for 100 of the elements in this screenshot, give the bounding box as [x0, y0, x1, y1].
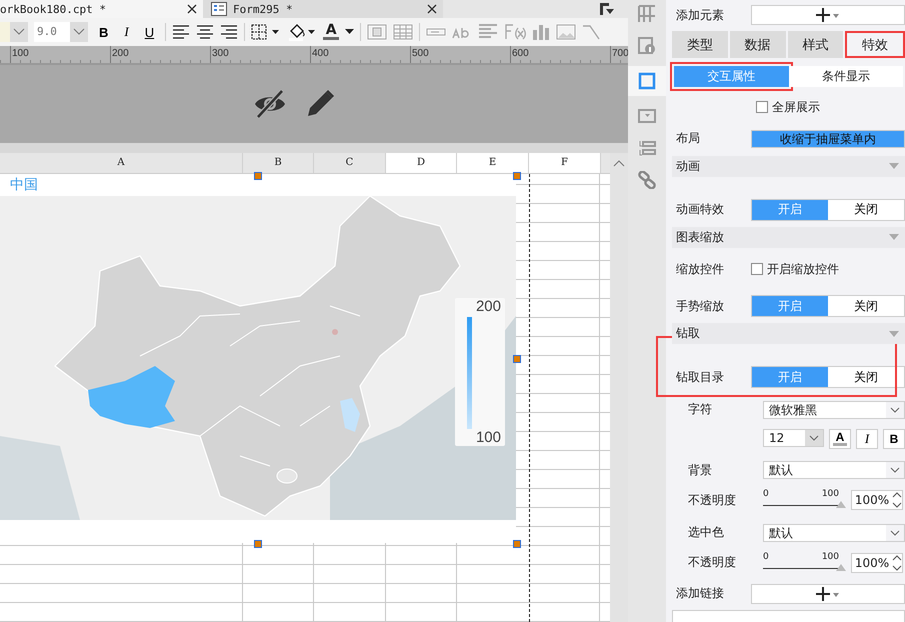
- frame-icon: [638, 72, 656, 90]
- section-header[interactable]: 钻取: [672, 323, 905, 344]
- zoom-control-checkbox[interactable]: 开启缩放控件: [751, 260, 905, 278]
- column-header[interactable]: E: [457, 153, 529, 173]
- opacity-spinner[interactable]: 100%: [851, 552, 903, 573]
- field-label: 背景: [688, 462, 713, 479]
- italic-button[interactable]: I: [856, 428, 878, 449]
- caret-icon: [889, 330, 899, 337]
- color-scale-bar[interactable]: [466, 317, 472, 429]
- bold-button[interactable]: B: [883, 428, 905, 449]
- border-icon[interactable]: [251, 24, 282, 40]
- field-label: 添加元素: [676, 6, 725, 24]
- align-icon[interactable]: [196, 25, 214, 39]
- frame-icon[interactable]: [367, 24, 388, 40]
- column-header[interactable]: D: [386, 153, 457, 173]
- map-chart[interactable]: 中国 200 100: [0, 174, 516, 543]
- plus-caret-icon: [816, 8, 840, 22]
- resize-handle[interactable]: [254, 540, 262, 548]
- scrollbar[interactable]: [610, 153, 628, 622]
- slider-min-label: 0: [763, 489, 769, 500]
- toggle-option[interactable]: 关闭: [828, 367, 904, 388]
- field-label: 钻取目录: [676, 368, 725, 386]
- field-label: 不透明度: [688, 492, 737, 509]
- field-label: 缩放控件: [676, 260, 725, 278]
- align-icon[interactable]: [220, 25, 238, 39]
- close-icon[interactable]: [187, 4, 197, 14]
- font-color-button[interactable]: A: [829, 428, 851, 449]
- field-label: 不透明度: [688, 554, 737, 572]
- italic-button[interactable]: I: [119, 24, 134, 40]
- align-icon[interactable]: [172, 25, 190, 39]
- spin-arrows-icon[interactable]: [892, 552, 902, 573]
- toggle-option[interactable]: 关闭: [828, 296, 904, 316]
- checkbox[interactable]: [751, 263, 763, 276]
- eye-slash-icon[interactable]: [253, 90, 287, 118]
- legend[interactable]: 200 100: [455, 298, 505, 446]
- fill-color-icon[interactable]: [287, 23, 318, 41]
- opacity-spinner[interactable]: 100%: [851, 490, 903, 510]
- dropdown[interactable]: 默认: [763, 524, 905, 542]
- legend-min-label: 100: [476, 429, 502, 446]
- lines-icon[interactable]: [478, 24, 498, 40]
- toggle-option[interactable]: 关闭: [828, 200, 904, 220]
- form-icon: [211, 2, 227, 16]
- image-icon[interactable]: [556, 24, 576, 40]
- link-icon: [638, 171, 656, 189]
- slider-max-label: 100: [822, 552, 839, 562]
- legend-max-label: 200: [476, 298, 502, 315]
- close-icon[interactable]: [427, 4, 437, 14]
- property-tab[interactable]: 特效: [845, 31, 905, 58]
- add-element-button[interactable]: [751, 5, 905, 26]
- scroll-up-icon[interactable]: [613, 159, 625, 167]
- document-tab[interactable]: orkBook180.cpt *: [0, 0, 203, 18]
- document-tab[interactable]: Form295 *: [203, 0, 443, 18]
- line-icon[interactable]: [582, 24, 600, 40]
- property-tab[interactable]: 样式: [788, 31, 844, 58]
- column-header[interactable]: F: [529, 153, 601, 173]
- font-name-dropdown[interactable]: [0, 22, 28, 42]
- table-icon[interactable]: [393, 24, 414, 40]
- font-color-button[interactable]: A: [323, 24, 340, 40]
- resize-handle[interactable]: [513, 540, 521, 548]
- ruler-label: 100: [10, 46, 110, 63]
- textbox-icon[interactable]: [426, 28, 446, 36]
- slider-max-label: 100: [822, 489, 839, 500]
- ruler-label: 400: [310, 46, 410, 63]
- resize-handle[interactable]: [513, 355, 521, 363]
- caret-icon: [889, 234, 899, 240]
- layout-button[interactable]: 收缩于抽屉菜单内: [751, 130, 905, 148]
- chevron-icon: [890, 406, 900, 413]
- dropdown[interactable]: 默认: [763, 461, 905, 480]
- add-link-button[interactable]: [751, 584, 905, 604]
- spin-arrows-icon[interactable]: [892, 490, 902, 510]
- font-size-dropdown[interactable]: 12: [763, 428, 824, 447]
- sub-tab[interactable]: 条件显示: [788, 66, 903, 87]
- checkbox[interactable]: [756, 101, 768, 114]
- side-tool[interactable]: [628, 66, 666, 96]
- ruler-label: 600: [510, 46, 610, 63]
- slider-min-label: 0: [763, 552, 769, 562]
- layout-icon: [638, 5, 656, 23]
- section-header[interactable]: 动画: [672, 156, 905, 177]
- underline-button[interactable]: U: [140, 24, 160, 40]
- ruler-label: 200: [110, 46, 210, 63]
- formula-icon[interactable]: [504, 24, 526, 40]
- resize-handle[interactable]: [513, 172, 521, 180]
- fullscreen-checkbox[interactable]: 全屏展示: [756, 98, 820, 116]
- bold-button[interactable]: B: [94, 24, 114, 40]
- bar-chart-icon[interactable]: [532, 24, 550, 40]
- property-tab[interactable]: 数据: [730, 31, 786, 58]
- caret-icon[interactable]: [345, 29, 354, 35]
- column-header[interactable]: A: [0, 153, 243, 173]
- plus-caret-icon: [816, 586, 840, 601]
- pencil-icon[interactable]: [305, 89, 335, 119]
- dropdown[interactable]: 微软雅黑: [763, 400, 905, 419]
- property-tab[interactable]: 类型: [672, 31, 728, 58]
- dropdown-icon: [638, 109, 656, 123]
- field-label: 布局: [676, 130, 701, 148]
- tab-menu-icon[interactable]: [600, 2, 614, 16]
- resize-handle[interactable]: [254, 172, 262, 180]
- chevron-icon: [13, 28, 25, 36]
- field-label: 动画特效: [676, 201, 725, 218]
- chevron-icon: [890, 530, 900, 536]
- section-header[interactable]: 图表缩放: [672, 226, 905, 248]
